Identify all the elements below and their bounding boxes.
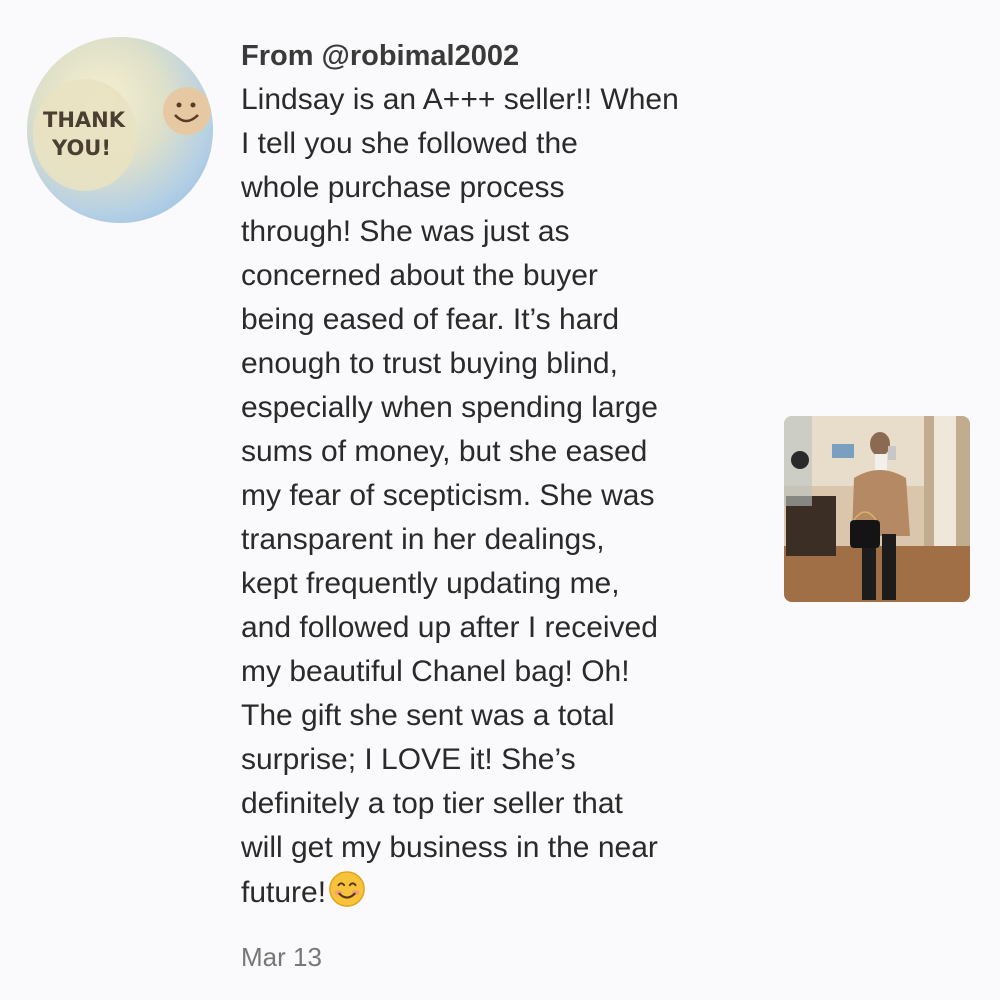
attached-photo-thumbnail[interactable] <box>784 416 970 602</box>
comment-line: concerned about the buyer <box>241 259 598 292</box>
comment-line: future! <box>241 876 327 909</box>
comment-line: transparent in her dealings, <box>241 523 605 556</box>
comment-text: Lindsay is an A+++ seller!! When I tell … <box>241 78 761 915</box>
smiley-balloon-icon <box>163 87 211 135</box>
comment-line: my beautiful Chanel bag! Oh! <box>241 655 630 688</box>
svg-text:YOU!: YOU! <box>51 136 111 160</box>
smiling-face-icon <box>329 871 365 907</box>
comment-line: my fear of scepticism. She was <box>241 479 655 512</box>
comment-line: The gift she sent was a total <box>241 699 615 732</box>
comment-line-last: future! <box>241 870 761 915</box>
comment-line: through! She was just as <box>241 215 570 248</box>
comment-line: definitely a top tier seller that <box>241 787 623 820</box>
comment-author[interactable]: From @robimal2002 <box>241 38 761 74</box>
comment-date: Mar 13 <box>241 942 322 972</box>
comment-line: will get my business in the near <box>241 831 658 864</box>
comment-block: From @robimal2002 Lindsay is an A+++ sel… <box>241 38 761 915</box>
comment-line: and followed up after I received <box>241 611 658 644</box>
comment-line: sums of money, but she eased <box>241 435 648 468</box>
comment-line: being eased of fear. It’s hard <box>241 303 620 336</box>
comment-line: Lindsay is an A+++ seller!! When <box>241 83 679 116</box>
comment-line: enough to trust buying blind, <box>241 347 618 380</box>
avatar-sticker-text: THANK <box>43 108 126 132</box>
comment-line: surprise; I LOVE it! She’s <box>241 743 576 776</box>
author-avatar[interactable]: THANK YOU! <box>27 37 213 223</box>
comment-line: I tell you she followed the <box>241 127 578 160</box>
comment-line: kept frequently updating me, <box>241 567 620 600</box>
comment-line: whole purchase process <box>241 171 565 204</box>
comment-line: especially when spending large <box>241 391 658 424</box>
